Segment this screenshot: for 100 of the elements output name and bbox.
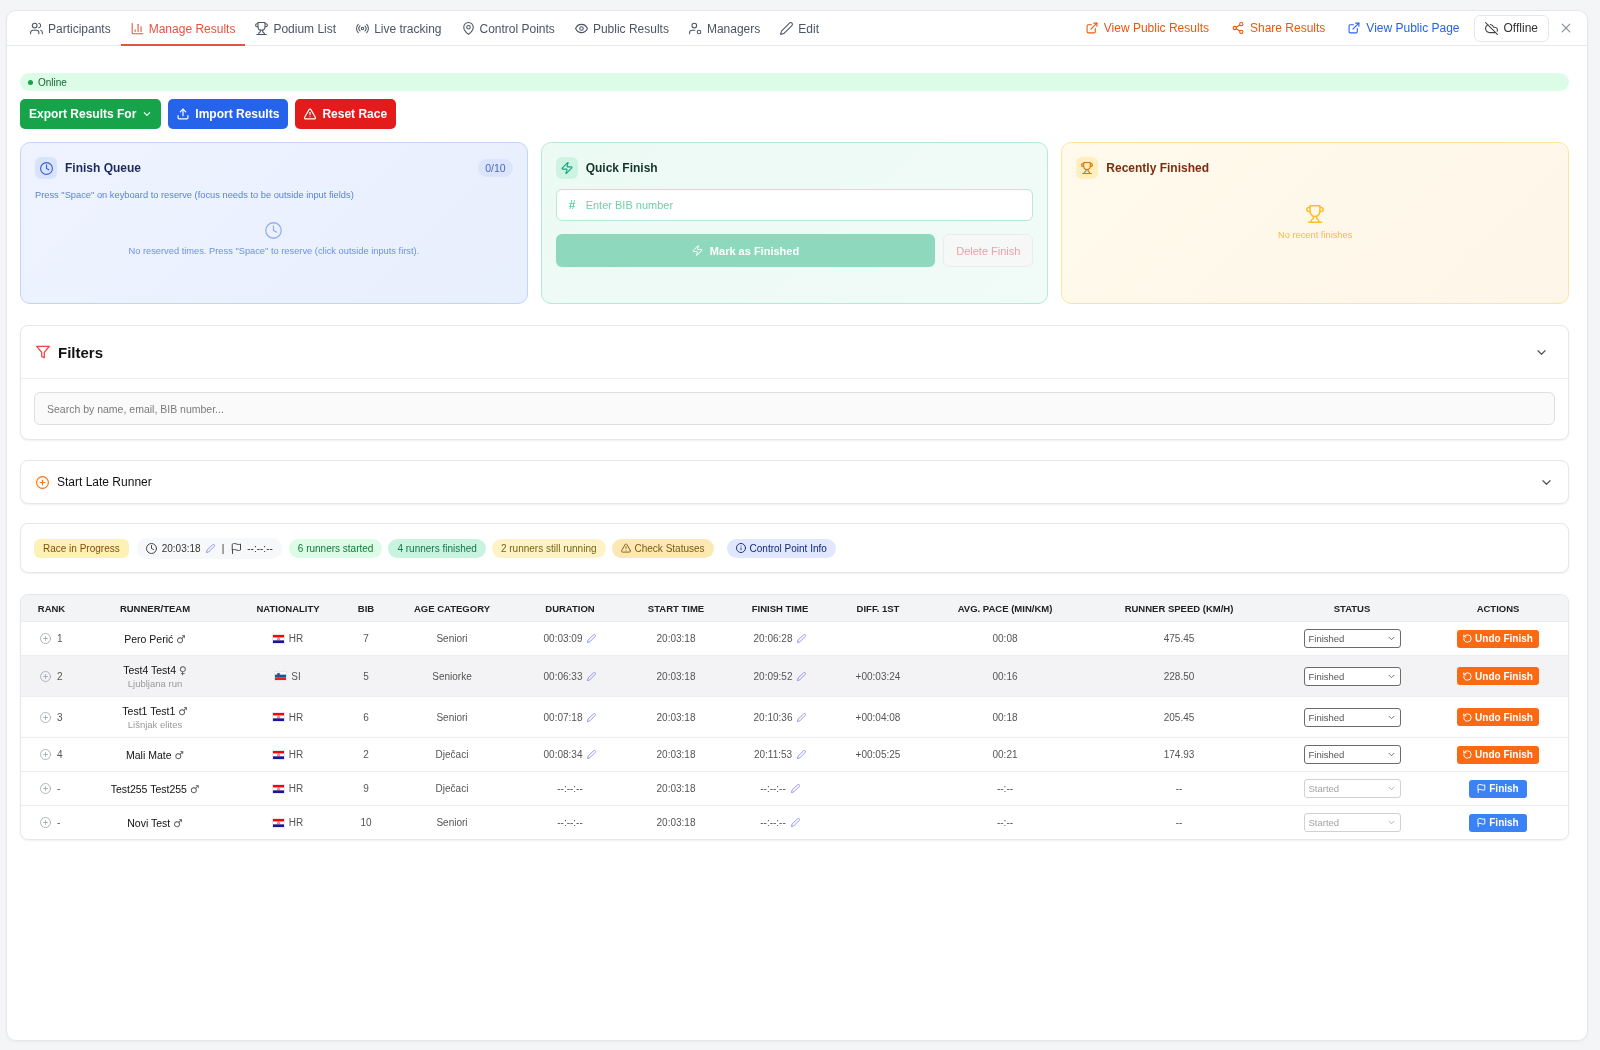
average-pace: 00:18	[992, 711, 1018, 723]
runner-name: Test1 Test1	[122, 704, 176, 717]
chevron-down-icon	[1386, 750, 1396, 759]
plus-circle-icon[interactable]	[40, 633, 51, 644]
pencil-icon[interactable]	[797, 634, 807, 643]
import-button[interactable]: Import Results	[168, 99, 289, 129]
finish-time: 20:06:28	[753, 633, 793, 644]
status-select[interactable]: Finished	[1303, 629, 1401, 648]
finish-time: 20:10:36	[753, 711, 793, 723]
time-difference: +00:03:24	[855, 670, 901, 682]
finish-time: 20:11:53	[753, 749, 793, 760]
nav-tab[interactable]: Manage Results	[120, 11, 246, 46]
status-select[interactable]: Finished	[1303, 707, 1401, 727]
column-header: DURATION	[545, 602, 595, 614]
start-time: 20:03:18	[656, 711, 696, 723]
column-header: DIFF. 1ST	[856, 602, 900, 614]
header-link[interactable]: Share Results	[1232, 21, 1326, 35]
column-header: FINISH TIME	[751, 602, 809, 614]
nav-tab[interactable]: Managers	[678, 11, 771, 46]
column-header: RUNNER SPEED (KM/H)	[1124, 602, 1234, 614]
pencil-icon[interactable]	[790, 784, 800, 793]
column-header: AVG. PACE (MIN/KM)	[957, 602, 1053, 614]
runner-count-tag: 4 runners finished	[388, 538, 486, 558]
pencil-icon[interactable]	[790, 818, 800, 827]
nav-tab[interactable]: Public Results	[564, 11, 679, 46]
country-code: HR	[288, 783, 304, 794]
country-flag-icon	[272, 713, 284, 721]
runner-name: Test255 Test255	[110, 782, 187, 795]
pencil-icon[interactable]	[797, 750, 807, 759]
control-point-info-button[interactable]: Control Point Info	[726, 538, 836, 558]
hash-icon: #	[568, 198, 576, 212]
age-category: Seniori	[436, 711, 468, 723]
team-name: Ljubljana run	[127, 677, 183, 689]
rank-number: 3	[57, 711, 63, 723]
nav-tab[interactable]: Control Points	[451, 11, 565, 46]
undo-finish-button[interactable]: Undo Finish	[1457, 629, 1539, 648]
column-header: NATIONALITY	[256, 602, 320, 614]
finish-time: 20:09:52	[753, 670, 793, 682]
reset-button[interactable]: Reset Race	[295, 99, 397, 129]
filter-icon	[36, 345, 50, 359]
search-field[interactable]: Search by name, email, BIB number...	[34, 392, 1555, 425]
broadcast-icon	[356, 22, 370, 35]
pencil-icon[interactable]	[587, 634, 597, 643]
pencil-icon[interactable]	[205, 543, 215, 553]
age-category: Dječaci	[435, 749, 469, 760]
pencil-icon[interactable]	[797, 671, 807, 681]
empty-message: No recent finishes	[1277, 229, 1353, 240]
finish-button[interactable]: Finish	[1469, 813, 1527, 832]
plus-circle-icon[interactable]	[40, 711, 51, 723]
close-icon[interactable]	[1559, 21, 1573, 35]
map-pin-icon	[461, 22, 475, 35]
undo-icon	[1463, 750, 1473, 759]
column-header: ACTIONS	[1476, 602, 1520, 614]
finish-button[interactable]: Finish	[1469, 779, 1527, 798]
header-link[interactable]: View Public Results	[1085, 21, 1209, 35]
undo-finish-button[interactable]: Undo Finish	[1457, 708, 1539, 726]
duration: 00:07:18	[543, 711, 583, 723]
nav-tab[interactable]: Live tracking	[346, 11, 452, 46]
plus-circle-icon[interactable]	[40, 783, 51, 794]
column-header: START TIME	[647, 602, 705, 614]
undo-finish-button[interactable]: Undo Finish	[1457, 667, 1539, 685]
clock-icon	[265, 221, 283, 239]
race-state-tag: Race in Progress	[34, 538, 129, 558]
country-flag-icon	[272, 784, 284, 793]
age-category: Seniorke	[432, 670, 472, 682]
duration: 00:08:34	[543, 749, 583, 760]
offline-button[interactable]: Offline	[1473, 14, 1549, 42]
runner-speed: 228.50	[1163, 670, 1195, 682]
country-flag-icon	[272, 818, 284, 827]
duration: --:--:--	[557, 817, 583, 828]
pencil-icon[interactable]	[587, 750, 597, 759]
status-select[interactable]: Finished	[1303, 666, 1401, 686]
export-button[interactable]: Export Results For	[20, 99, 162, 129]
undo-icon	[1463, 671, 1473, 681]
age-category: Seniori	[436, 633, 468, 644]
runner-speed: 205.45	[1163, 711, 1195, 723]
age-category: Dječaci	[435, 783, 469, 794]
header-link[interactable]: View Public Page	[1348, 21, 1460, 35]
bib-number: 5	[363, 670, 369, 682]
runner-name: Novi Test	[127, 816, 171, 829]
time-difference: +00:05:25	[855, 749, 901, 760]
plus-circle-icon[interactable]	[40, 670, 51, 682]
status-select[interactable]: Finished	[1303, 745, 1401, 764]
undo-finish-button[interactable]: Undo Finish	[1457, 745, 1539, 764]
rank-number: 2	[57, 670, 63, 682]
nav-tab[interactable]: Podium List	[245, 11, 347, 46]
chevron-down-icon	[142, 109, 153, 119]
people-icon	[30, 22, 43, 35]
pencil-icon[interactable]	[797, 712, 807, 722]
plus-circle-icon[interactable]	[40, 749, 51, 760]
check-statuses-button[interactable]: Check Statuses	[611, 538, 714, 558]
pencil-icon[interactable]	[587, 671, 597, 681]
pencil-icon[interactable]	[587, 712, 597, 722]
clock-icon	[35, 157, 57, 179]
section-title: Start Late Runner	[57, 475, 152, 489]
gender-symbol: ♂	[176, 632, 186, 645]
nav-tab[interactable]: Participants	[20, 11, 121, 46]
nav-tab[interactable]: Edit	[770, 11, 829, 46]
plus-circle-icon[interactable]	[40, 817, 51, 828]
country-code: HR	[288, 749, 304, 760]
